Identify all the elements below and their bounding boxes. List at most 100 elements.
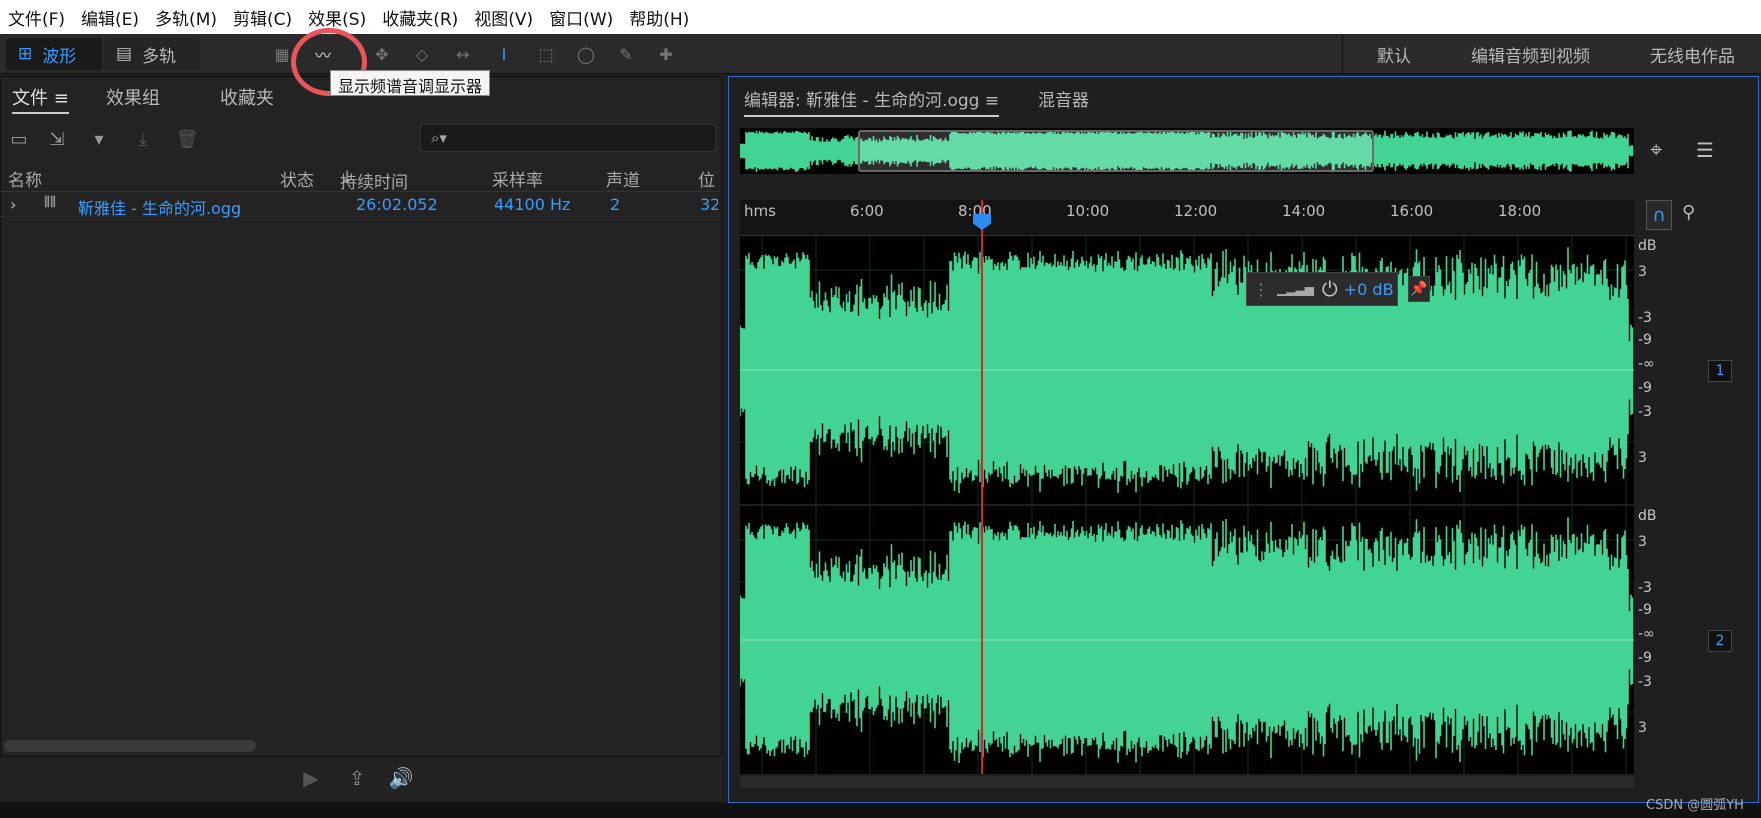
menu-item[interactable]: 编辑(E) [73, 5, 147, 30]
menu-item[interactable]: 收藏夹(R) [374, 5, 466, 30]
col-name[interactable]: 名称 [8, 166, 42, 191]
workspace-item[interactable]: 无线电作品 [1616, 42, 1761, 67]
tab-favorites[interactable]: 收藏夹 [220, 84, 274, 110]
channel-1-db-scale: dB 3 -3 -9 -∞ -9 -3 3 [1636, 236, 1666, 504]
channel-2-db-scale: dB 3 -3 -9 -∞ -9 -3 3 [1636, 506, 1666, 774]
marker-pin-icon[interactable]: ⚲ [1682, 202, 1695, 223]
db-label: 3 [1638, 264, 1647, 280]
file-bit: 32 [700, 195, 718, 214]
brush-tool-icon[interactable]: ✎ [612, 40, 640, 68]
ruler-tick-label: 10:00 [1066, 202, 1110, 220]
playhead[interactable] [981, 200, 983, 774]
move-tool-icon[interactable]: ✥ [368, 40, 396, 68]
search-icon: ⌕▾ [431, 129, 447, 147]
db-label: -∞ [1638, 626, 1655, 642]
editor-horizontal-scrollbar[interactable] [740, 776, 1634, 788]
menu-bar: 文件(F) 编辑(E) 多轨(M) 剪辑(C) 效果(S) 收藏夹(R) 视图(V) 窗口(W… [0, 0, 1761, 34]
menu-item[interactable]: 剪辑(C) [225, 5, 300, 30]
db-label: -9 [1638, 602, 1652, 618]
hud-volume-value: +0 dB [1343, 279, 1394, 299]
file-sample-rate: 44100 Hz [494, 195, 571, 214]
editor-menu-icon[interactable]: ≡ [985, 91, 999, 111]
file-list-header: 名称 状态 持续时间 ↓ 采样率 声道 位 [0, 164, 720, 193]
tab-editor-label: 编辑器: 靳雅佳 - 生命的河.ogg [744, 91, 980, 111]
open-folder-icon[interactable]: ▭ [6, 128, 32, 150]
audio-file-icon: ⫼⫼ [44, 195, 56, 210]
file-duration: 26:02.052 [356, 195, 438, 214]
db-label: -9 [1638, 650, 1652, 666]
search-input[interactable]: ⌕▾ [420, 124, 716, 152]
col-bit[interactable]: 位 [698, 166, 715, 191]
ruler-tick-label: 6:00 [850, 202, 884, 220]
new-file-icon[interactable]: ▾ [86, 128, 112, 150]
pin-icon[interactable]: 📌 [1408, 276, 1430, 302]
db-label: -∞ [1638, 356, 1655, 372]
ruler-tick-label: 18:00 [1498, 202, 1542, 220]
multitrack-icon: ▤ [116, 44, 133, 64]
tooltip: 显示频谱音调显示器 [330, 70, 491, 96]
volume-knob-icon[interactable]: ⏻ [1322, 277, 1338, 301]
db-unit: dB [1638, 508, 1657, 524]
expand-chevron-icon[interactable]: › [10, 195, 16, 214]
razor-tool-icon[interactable]: ◇ [408, 40, 436, 68]
snap-magnet-icon[interactable]: ∩ [1646, 200, 1672, 230]
volume-hud[interactable]: ⋮ ▁▂▃▅ ⏻ +0 dB [1246, 272, 1398, 306]
channel-1-button[interactable]: 1 [1708, 360, 1732, 382]
watermark: CSDN @圆弧YH [1646, 798, 1744, 813]
menu-item[interactable]: 帮助(H) [621, 5, 697, 30]
workspace-item[interactable]: 编辑音频到视频 [1437, 42, 1616, 67]
play-icon[interactable]: ▶ [296, 764, 326, 792]
horizontal-scrollbar[interactable] [4, 740, 256, 752]
db-label: 3 [1638, 450, 1647, 466]
import-icon[interactable]: ⇲ [44, 128, 70, 150]
channel-1-waveform[interactable] [740, 236, 1634, 504]
menu-item[interactable]: 多轨(M) [147, 5, 225, 30]
channel-2-button[interactable]: 2 [1708, 630, 1732, 652]
track-list-icon[interactable]: ☰ [1696, 138, 1714, 162]
menu-item[interactable]: 文件(F) [0, 5, 73, 30]
db-label: -9 [1638, 380, 1652, 396]
tab-effects-rack[interactable]: 效果组 [106, 84, 160, 110]
db-label: -3 [1638, 404, 1652, 420]
ruler-tick-label: 12:00 [1174, 202, 1218, 220]
menu-item[interactable]: 效果(S) [300, 5, 374, 30]
col-status[interactable]: 状态 [280, 166, 314, 191]
channel-2-waveform[interactable] [740, 506, 1634, 774]
ruler-unit: hms [744, 202, 776, 220]
menu-item[interactable]: 视图(V) [466, 5, 541, 30]
waveform-mode-button[interactable]: ⊞ 波形 [6, 38, 102, 70]
lasso-tool-icon[interactable]: ◯ [572, 40, 600, 68]
col-channels[interactable]: 声道 [606, 166, 640, 191]
autoplay-volume-icon[interactable]: 🔊 [386, 764, 416, 792]
menu-item[interactable]: 窗口(W) [541, 5, 621, 30]
time-selection-tool-icon[interactable]: I [490, 40, 518, 68]
time-ruler[interactable]: hms 6:00 8:00 10:00 12:00 14:00 16:00 18:00 [740, 200, 1634, 236]
level-bars-icon: ▁▂▃▅ [1277, 282, 1314, 296]
col-sample-rate[interactable]: 采样率 [492, 166, 543, 191]
waveform-icon: ⊞ [18, 44, 33, 64]
tab-mixer[interactable]: 混音器 [1038, 86, 1089, 111]
workspace-switcher: 默认 编辑音频到视频 无线电作品 [1342, 34, 1761, 74]
file-channels: 2 [610, 195, 621, 214]
tab-files[interactable]: 文件 ≡ [12, 84, 69, 114]
file-list-row[interactable]: › ⫼⫼ 靳雅佳 - 生命的河.ogg 26:02.052 44100 Hz 2… [0, 193, 720, 218]
workspace-item[interactable]: 默认 [1343, 42, 1437, 67]
status-bar [0, 803, 1761, 818]
panel-menu-icon[interactable]: ≡ [54, 88, 69, 109]
zoom-to-fit-icon[interactable]: ⌖ [1650, 138, 1662, 163]
insert-icon[interactable]: ⤓ [130, 128, 156, 150]
loop-icon[interactable]: ⇪ [342, 764, 372, 792]
delete-icon[interactable]: 🗑 [174, 128, 200, 150]
file-name: 靳雅佳 - 生命的河.ogg [78, 199, 242, 218]
slip-tool-icon[interactable]: ↔ [449, 40, 477, 68]
db-label: 3 [1638, 720, 1647, 736]
db-label: -9 [1638, 332, 1652, 348]
overview-viewport[interactable] [858, 130, 1374, 172]
marquee-tool-icon[interactable]: ⬚ [532, 40, 560, 68]
multitrack-mode-button[interactable]: ▤ 多轨 [104, 38, 200, 70]
grip-icon: ⋮ [1253, 279, 1269, 299]
db-unit: dB [1638, 238, 1657, 254]
db-label: -3 [1638, 580, 1652, 596]
tab-editor[interactable]: 编辑器: 靳雅佳 - 生命的河.ogg ≡ [744, 86, 1000, 117]
spot-healing-tool-icon[interactable]: ✚ [652, 40, 680, 68]
